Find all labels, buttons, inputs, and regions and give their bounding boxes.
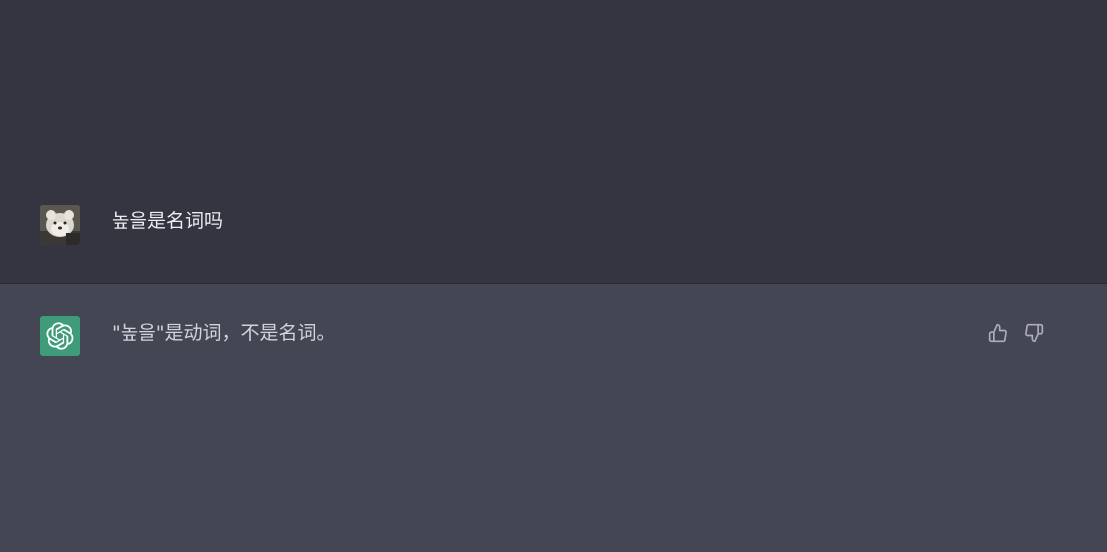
openai-logo-icon bbox=[46, 322, 74, 350]
user-photo-icon bbox=[40, 205, 80, 245]
assistant-message-row: "높을"是动词，不是名词。 bbox=[0, 284, 1107, 552]
user-avatar bbox=[40, 205, 80, 245]
thumbs-up-icon bbox=[988, 323, 1007, 343]
thumbs-up-button[interactable] bbox=[987, 322, 1009, 344]
thumbs-down-icon bbox=[1025, 323, 1044, 343]
user-message-row: 높을是名词吗 bbox=[0, 0, 1107, 284]
assistant-avatar bbox=[40, 316, 80, 356]
assistant-message-text: "높을"是动词，不是名词。 bbox=[112, 322, 336, 344]
user-message-text: 높을是名词吗 bbox=[112, 210, 223, 232]
thumbs-down-button[interactable] bbox=[1023, 322, 1045, 344]
feedback-buttons bbox=[987, 322, 1045, 344]
